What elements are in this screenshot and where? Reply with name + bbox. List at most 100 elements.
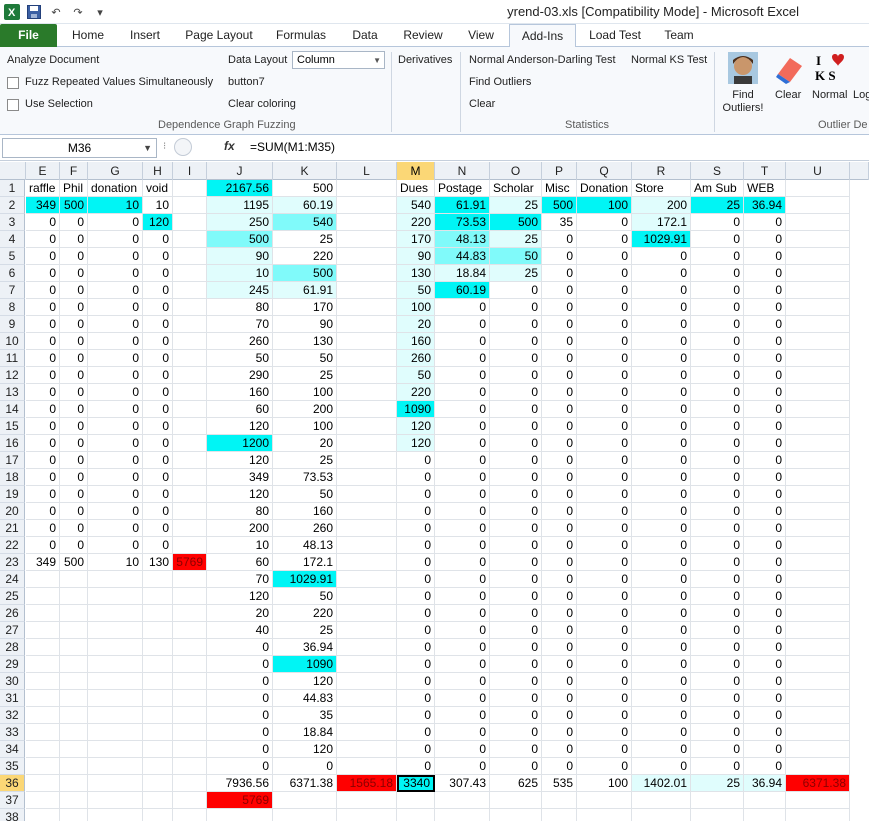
cell-N5[interactable]: 44.83 — [435, 248, 490, 265]
cell-M2[interactable]: 540 — [397, 197, 435, 214]
cell-K2[interactable]: 60.19 — [273, 197, 337, 214]
cell-P28[interactable]: 0 — [542, 639, 577, 656]
cell-T13[interactable]: 0 — [744, 384, 786, 401]
cell-N21[interactable]: 0 — [435, 520, 490, 537]
cell-Q19[interactable]: 0 — [577, 486, 632, 503]
row-header[interactable]: 24 — [0, 571, 25, 588]
cell-J2[interactable]: 1195 — [207, 197, 273, 214]
cell-S29[interactable]: 0 — [691, 656, 744, 673]
cell-M18[interactable]: 0 — [397, 469, 435, 486]
cell-I23[interactable]: 5769 — [173, 554, 207, 571]
cell-R33[interactable]: 0 — [632, 724, 691, 741]
cell-G1[interactable]: donation — [88, 180, 143, 197]
column-header-O[interactable]: O — [490, 162, 542, 180]
cell-R37[interactable] — [632, 792, 691, 809]
cell-I5[interactable] — [173, 248, 207, 265]
cell-G14[interactable]: 0 — [88, 401, 143, 418]
cell-I2[interactable] — [173, 197, 207, 214]
cell-O8[interactable]: 0 — [490, 299, 542, 316]
cell-F7[interactable]: 0 — [60, 282, 88, 299]
cell-E10[interactable]: 0 — [26, 333, 60, 350]
cell-Q20[interactable]: 0 — [577, 503, 632, 520]
cell-J29[interactable]: 0 — [207, 656, 273, 673]
cell-U3[interactable] — [786, 214, 850, 231]
cell-L14[interactable] — [337, 401, 397, 418]
cell-O23[interactable]: 0 — [490, 554, 542, 571]
tab-pagelayout[interactable]: Page Layout — [176, 24, 262, 47]
cell-N1[interactable]: Postage — [435, 180, 490, 197]
cell-H19[interactable]: 0 — [143, 486, 173, 503]
data-layout-select[interactable]: Column ▼ — [292, 51, 385, 69]
cell-U21[interactable] — [786, 520, 850, 537]
cell-T23[interactable]: 0 — [744, 554, 786, 571]
cell-T7[interactable]: 0 — [744, 282, 786, 299]
cell-P18[interactable]: 0 — [542, 469, 577, 486]
cell-U10[interactable] — [786, 333, 850, 350]
tab-file[interactable]: File — [0, 24, 57, 47]
row-header[interactable]: 12 — [0, 367, 25, 384]
cell-O12[interactable]: 0 — [490, 367, 542, 384]
cell-O14[interactable]: 0 — [490, 401, 542, 418]
cell-G3[interactable]: 0 — [88, 214, 143, 231]
cell-H29[interactable] — [143, 656, 173, 673]
cell-F38[interactable] — [60, 809, 88, 821]
cell-O19[interactable]: 0 — [490, 486, 542, 503]
cell-I35[interactable] — [173, 758, 207, 775]
cell-L34[interactable] — [337, 741, 397, 758]
cell-S25[interactable]: 0 — [691, 588, 744, 605]
cell-O24[interactable]: 0 — [490, 571, 542, 588]
cell-L31[interactable] — [337, 690, 397, 707]
cell-I11[interactable] — [173, 350, 207, 367]
cell-H16[interactable]: 0 — [143, 435, 173, 452]
cell-J14[interactable]: 60 — [207, 401, 273, 418]
cell-I19[interactable] — [173, 486, 207, 503]
cell-K5[interactable]: 220 — [273, 248, 337, 265]
column-header-G[interactable]: G — [88, 162, 143, 180]
cell-T8[interactable]: 0 — [744, 299, 786, 316]
row-header[interactable]: 31 — [0, 690, 25, 707]
cell-H5[interactable]: 0 — [143, 248, 173, 265]
cell-P22[interactable]: 0 — [542, 537, 577, 554]
cell-I12[interactable] — [173, 367, 207, 384]
cell-P4[interactable]: 0 — [542, 231, 577, 248]
cell-P30[interactable]: 0 — [542, 673, 577, 690]
cell-R4[interactable]: 1029.91 — [632, 231, 691, 248]
cell-J20[interactable]: 80 — [207, 503, 273, 520]
cell-P19[interactable]: 0 — [542, 486, 577, 503]
cell-J9[interactable]: 70 — [207, 316, 273, 333]
cell-L38[interactable] — [337, 809, 397, 821]
cell-Q11[interactable]: 0 — [577, 350, 632, 367]
cell-K17[interactable]: 25 — [273, 452, 337, 469]
cell-H24[interactable] — [143, 571, 173, 588]
row-header[interactable]: 26 — [0, 605, 25, 622]
cell-O27[interactable]: 0 — [490, 622, 542, 639]
cell-Q7[interactable]: 0 — [577, 282, 632, 299]
cell-S13[interactable]: 0 — [691, 384, 744, 401]
cell-K1[interactable]: 500 — [273, 180, 337, 197]
cell-I4[interactable] — [173, 231, 207, 248]
name-box[interactable]: M36 ▼ — [2, 138, 157, 158]
cell-N17[interactable]: 0 — [435, 452, 490, 469]
cell-L3[interactable] — [337, 214, 397, 231]
cell-R3[interactable]: 172.1 — [632, 214, 691, 231]
cell-L15[interactable] — [337, 418, 397, 435]
row-header[interactable]: 38 — [0, 809, 25, 821]
cell-K38[interactable] — [273, 809, 337, 821]
cell-O3[interactable]: 500 — [490, 214, 542, 231]
cell-O21[interactable]: 0 — [490, 520, 542, 537]
row-header[interactable]: 1 — [0, 180, 25, 197]
cell-O6[interactable]: 25 — [490, 265, 542, 282]
cell-F21[interactable]: 0 — [60, 520, 88, 537]
cell-J22[interactable]: 10 — [207, 537, 273, 554]
cell-G36[interactable] — [88, 775, 143, 792]
cell-N23[interactable]: 0 — [435, 554, 490, 571]
tab-home[interactable]: Home — [60, 24, 116, 47]
cell-K25[interactable]: 50 — [273, 588, 337, 605]
cell-T26[interactable]: 0 — [744, 605, 786, 622]
cell-U37[interactable] — [786, 792, 850, 809]
cell-M19[interactable]: 0 — [397, 486, 435, 503]
cell-E8[interactable]: 0 — [26, 299, 60, 316]
find-outliers-big-button[interactable]: Find Outliers! — [721, 89, 765, 115]
cell-T34[interactable]: 0 — [744, 741, 786, 758]
cell-E12[interactable]: 0 — [26, 367, 60, 384]
